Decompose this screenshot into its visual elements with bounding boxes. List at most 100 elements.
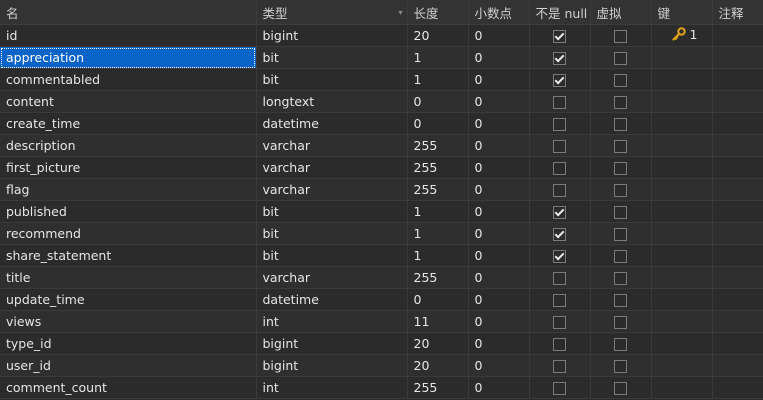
- column-header-type[interactable]: 类型 ▾: [256, 0, 408, 25]
- virtual-checkbox[interactable]: [614, 184, 627, 197]
- field-name-cell[interactable]: share_statement: [0, 244, 257, 267]
- virtual-cell[interactable]: [590, 178, 652, 201]
- virtual-checkbox[interactable]: [614, 360, 627, 373]
- virtual-cell[interactable]: [590, 134, 652, 157]
- not-null-checkbox[interactable]: [553, 360, 566, 373]
- field-decimals-cell[interactable]: 0: [468, 310, 530, 333]
- not-null-cell[interactable]: [529, 156, 591, 179]
- virtual-checkbox[interactable]: [614, 52, 627, 65]
- column-header-comment[interactable]: 注释: [712, 0, 763, 25]
- field-length-cell[interactable]: 255: [407, 266, 469, 289]
- field-name-cell[interactable]: recommend: [0, 222, 257, 245]
- field-name-cell[interactable]: update_time: [0, 288, 257, 311]
- field-comment-cell[interactable]: [712, 134, 763, 157]
- not-null-cell[interactable]: [529, 68, 591, 91]
- field-comment-cell[interactable]: [712, 156, 763, 179]
- field-name-cell[interactable]: flag: [0, 178, 257, 201]
- field-comment-cell[interactable]: [712, 68, 763, 91]
- field-decimals-cell[interactable]: 0: [468, 46, 530, 69]
- field-type-cell[interactable]: int: [256, 310, 408, 333]
- field-decimals-cell[interactable]: 0: [468, 222, 530, 245]
- not-null-cell[interactable]: [529, 46, 591, 69]
- field-length-cell[interactable]: 0: [407, 112, 469, 135]
- field-comment-cell[interactable]: [712, 266, 763, 289]
- table-row[interactable]: commentabled bit 1 0: [0, 68, 763, 91]
- field-comment-cell[interactable]: [712, 354, 763, 377]
- field-name-cell[interactable]: commentabled: [0, 68, 257, 91]
- field-comment-cell[interactable]: [712, 112, 763, 135]
- field-type-cell[interactable]: bit: [256, 222, 408, 245]
- virtual-checkbox[interactable]: [614, 338, 627, 351]
- not-null-checkbox[interactable]: [553, 162, 566, 175]
- not-null-cell[interactable]: [529, 178, 591, 201]
- field-name-cell[interactable]: create_time: [0, 112, 257, 135]
- virtual-cell[interactable]: [590, 112, 652, 135]
- key-cell[interactable]: [651, 376, 713, 399]
- table-row[interactable]: title varchar 255 0: [0, 266, 763, 289]
- field-comment-cell[interactable]: [712, 310, 763, 333]
- table-row[interactable]: share_statement bit 1 0: [0, 244, 763, 267]
- column-header-not-null[interactable]: 不是 null: [529, 0, 591, 25]
- virtual-cell[interactable]: [590, 46, 652, 69]
- field-name-cell[interactable]: id: [0, 24, 257, 47]
- virtual-cell[interactable]: [590, 24, 652, 47]
- not-null-checkbox[interactable]: [553, 206, 566, 219]
- virtual-checkbox[interactable]: [614, 74, 627, 87]
- virtual-checkbox[interactable]: [614, 294, 627, 307]
- field-comment-cell[interactable]: [712, 46, 763, 69]
- table-row[interactable]: first_picture varchar 255 0: [0, 156, 763, 179]
- key-cell[interactable]: [651, 46, 713, 69]
- virtual-cell[interactable]: [590, 90, 652, 113]
- field-comment-cell[interactable]: [712, 332, 763, 355]
- column-header-name[interactable]: 名: [0, 0, 257, 25]
- field-decimals-cell[interactable]: 0: [468, 112, 530, 135]
- table-row[interactable]: update_time datetime 0 0: [0, 288, 763, 311]
- not-null-cell[interactable]: [529, 376, 591, 399]
- field-decimals-cell[interactable]: 0: [468, 332, 530, 355]
- key-cell[interactable]: [651, 266, 713, 289]
- field-name-cell[interactable]: type_id: [0, 332, 257, 355]
- field-decimals-cell[interactable]: 0: [468, 156, 530, 179]
- field-comment-cell[interactable]: [712, 244, 763, 267]
- field-decimals-cell[interactable]: 0: [468, 178, 530, 201]
- key-cell[interactable]: [651, 178, 713, 201]
- field-length-cell[interactable]: 255: [407, 134, 469, 157]
- not-null-cell[interactable]: [529, 288, 591, 311]
- not-null-checkbox[interactable]: [553, 52, 566, 65]
- field-type-cell[interactable]: bigint: [256, 354, 408, 377]
- field-name-cell[interactable]: content: [0, 90, 257, 113]
- not-null-cell[interactable]: [529, 222, 591, 245]
- field-decimals-cell[interactable]: 0: [468, 376, 530, 399]
- not-null-cell[interactable]: [529, 354, 591, 377]
- field-comment-cell[interactable]: [712, 222, 763, 245]
- field-name-cell[interactable]: views: [0, 310, 257, 333]
- table-row[interactable]: recommend bit 1 0: [0, 222, 763, 245]
- table-row[interactable]: published bit 1 0: [0, 200, 763, 223]
- not-null-cell[interactable]: [529, 332, 591, 355]
- not-null-checkbox[interactable]: [553, 30, 566, 43]
- field-type-cell[interactable]: bit: [256, 68, 408, 91]
- virtual-checkbox[interactable]: [614, 250, 627, 263]
- not-null-checkbox[interactable]: [553, 228, 566, 241]
- virtual-cell[interactable]: [590, 288, 652, 311]
- not-null-checkbox[interactable]: [553, 338, 566, 351]
- field-length-cell[interactable]: 1: [407, 200, 469, 223]
- field-length-cell[interactable]: 1: [407, 46, 469, 69]
- virtual-cell[interactable]: [590, 354, 652, 377]
- field-length-cell[interactable]: 20: [407, 24, 469, 47]
- virtual-checkbox[interactable]: [614, 96, 627, 109]
- key-cell[interactable]: 1: [651, 24, 713, 47]
- table-row[interactable]: appreciation bit 1 0: [0, 46, 763, 69]
- virtual-checkbox[interactable]: [614, 140, 627, 153]
- not-null-checkbox[interactable]: [553, 184, 566, 197]
- virtual-cell[interactable]: [590, 68, 652, 91]
- table-row[interactable]: flag varchar 255 0: [0, 178, 763, 201]
- field-name-cell[interactable]: appreciation: [0, 46, 257, 69]
- field-type-cell[interactable]: varchar: [256, 134, 408, 157]
- field-decimals-cell[interactable]: 0: [468, 134, 530, 157]
- field-length-cell[interactable]: 1: [407, 222, 469, 245]
- key-cell[interactable]: [651, 68, 713, 91]
- not-null-cell[interactable]: [529, 112, 591, 135]
- field-type-cell[interactable]: bit: [256, 244, 408, 267]
- table-row[interactable]: comment_count int 255 0: [0, 376, 763, 399]
